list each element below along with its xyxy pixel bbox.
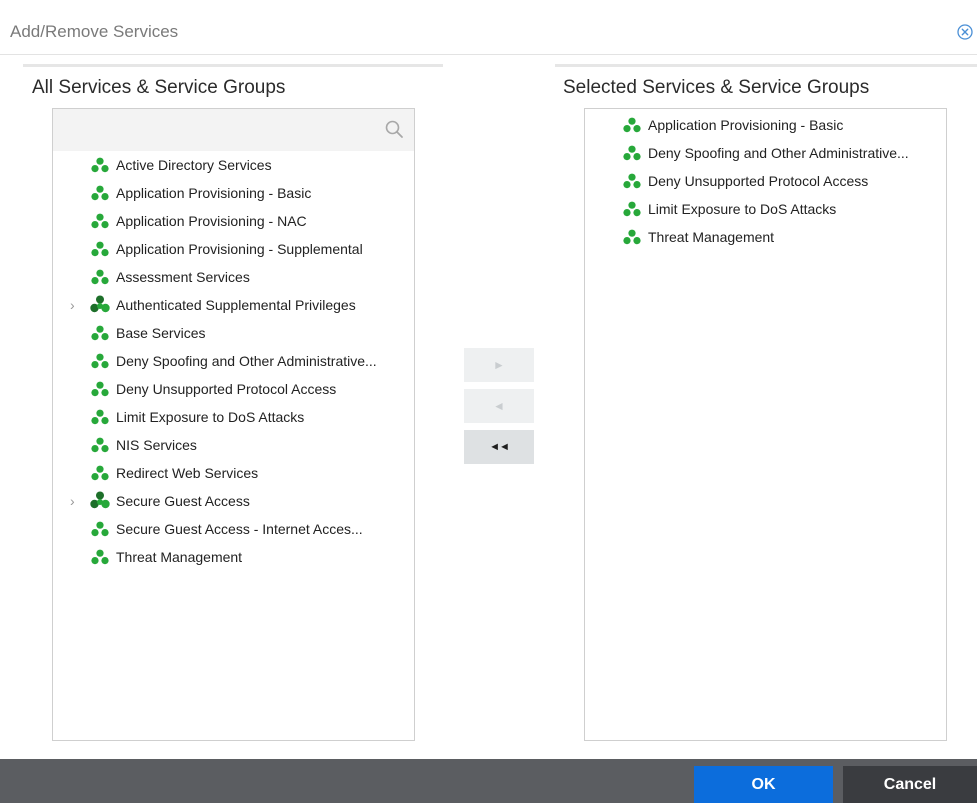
list-item[interactable]: Application Provisioning - Supplemental (53, 235, 414, 263)
list-item[interactable]: Application Provisioning - Basic (585, 111, 946, 139)
service-group-icon (90, 491, 110, 511)
all-services-items: Active Directory Services Application Pro… (53, 151, 414, 571)
service-icon (623, 173, 641, 189)
search-icon[interactable] (384, 119, 404, 139)
list-item-label: Application Provisioning - Basic (116, 185, 312, 201)
list-item-label: Deny Spoofing and Other Administrative..… (116, 353, 377, 369)
list-item[interactable]: Secure Guest Access - Internet Acces... (53, 515, 414, 543)
play-left-icon: ◄ (493, 399, 505, 413)
service-icon (91, 241, 109, 257)
list-item-label: Application Provisioning - NAC (116, 213, 307, 229)
list-item-label: Application Provisioning - Supplemental (116, 241, 363, 257)
service-icon (91, 437, 109, 453)
search-bar (53, 109, 414, 151)
list-item-label: Limit Exposure to DoS Attacks (116, 409, 305, 425)
selected-services-title: Selected Services & Service Groups (563, 77, 870, 98)
list-item-label: Threat Management (116, 549, 243, 565)
all-services-list: Active Directory Services Application Pro… (52, 108, 415, 741)
list-item[interactable]: Deny Unsupported Protocol Access (585, 167, 946, 195)
list-item-label: NIS Services (116, 437, 197, 453)
service-icon (91, 409, 109, 425)
list-item-label: Deny Spoofing and Other Administrative..… (648, 145, 909, 161)
service-icon (623, 145, 641, 161)
list-item[interactable]: Threat Management (53, 543, 414, 571)
list-item[interactable]: Deny Spoofing and Other Administrative..… (585, 139, 946, 167)
chevron-right-icon[interactable]: › (70, 297, 80, 313)
title-divider (0, 54, 977, 55)
dialog-titlebar: Add/Remove Services (0, 10, 977, 54)
list-item-label: Base Services (116, 325, 206, 341)
service-group-icon (90, 295, 110, 315)
list-item[interactable]: Active Directory Services (53, 151, 414, 179)
dialog-title: Add/Remove Services (10, 22, 179, 41)
list-item[interactable]: Assessment Services (53, 263, 414, 291)
service-icon (623, 229, 641, 245)
double-left-icon: ◄◄ (489, 441, 510, 453)
list-item-label: Active Directory Services (116, 157, 272, 173)
selected-services-items: Application Provisioning - Basic Deny Spo… (585, 111, 946, 251)
list-item[interactable]: Limit Exposure to DoS Attacks (585, 195, 946, 223)
ok-button[interactable]: OK (694, 766, 833, 803)
remove-all-button[interactable]: ◄◄ (464, 430, 534, 464)
selected-services-list: Application Provisioning - Basic Deny Spo… (584, 108, 947, 741)
list-item[interactable]: Deny Spoofing and Other Administrative..… (53, 347, 414, 375)
service-icon (91, 213, 109, 229)
service-icon (91, 549, 109, 565)
service-icon (91, 325, 109, 341)
list-item-label: Threat Management (648, 229, 775, 245)
list-item-label: Deny Unsupported Protocol Access (648, 173, 869, 189)
list-item-label: Deny Unsupported Protocol Access (116, 381, 337, 397)
service-icon (91, 521, 109, 537)
list-item[interactable]: Limit Exposure to DoS Attacks (53, 403, 414, 431)
cancel-button[interactable]: Cancel (843, 766, 977, 803)
list-item-label: Secure Guest Access (116, 493, 250, 509)
list-item-label: Application Provisioning - Basic (648, 117, 844, 133)
left-pane-divider (23, 64, 443, 67)
service-icon (91, 269, 109, 285)
list-item[interactable]: Application Provisioning - Basic (53, 179, 414, 207)
list-item[interactable]: Base Services (53, 319, 414, 347)
service-icon (623, 201, 641, 217)
service-icon (91, 185, 109, 201)
list-item[interactable]: NIS Services (53, 431, 414, 459)
all-services-title: All Services & Service Groups (32, 77, 286, 98)
list-item-label: Secure Guest Access - Internet Acces... (116, 521, 363, 537)
add-selected-button[interactable]: ► (464, 348, 534, 382)
list-item[interactable]: Redirect Web Services (53, 459, 414, 487)
service-icon (91, 353, 109, 369)
list-item[interactable]: › Secure Guest Access (53, 487, 414, 515)
search-input[interactable] (53, 109, 414, 151)
right-pane-divider (555, 64, 977, 67)
list-item[interactable]: Threat Management (585, 223, 946, 251)
add-remove-services-dialog: Add/Remove Services All Services & Servi… (0, 0, 977, 803)
list-item[interactable]: Application Provisioning - NAC (53, 207, 414, 235)
chevron-right-icon[interactable]: › (70, 493, 80, 509)
service-icon (91, 381, 109, 397)
service-icon (91, 465, 109, 481)
list-item-label: Assessment Services (116, 269, 250, 285)
list-item-label: Authenticated Supplemental Privileges (116, 297, 356, 313)
play-right-icon: ► (493, 358, 505, 372)
list-item-label: Redirect Web Services (116, 465, 259, 481)
close-icon[interactable] (957, 24, 973, 40)
service-icon (623, 117, 641, 133)
list-item-label: Limit Exposure to DoS Attacks (648, 201, 837, 217)
list-item[interactable]: › Authenticated Supplemental Privileges (53, 291, 414, 319)
remove-selected-button[interactable]: ◄ (464, 389, 534, 423)
service-icon (91, 157, 109, 173)
list-item[interactable]: Deny Unsupported Protocol Access (53, 375, 414, 403)
